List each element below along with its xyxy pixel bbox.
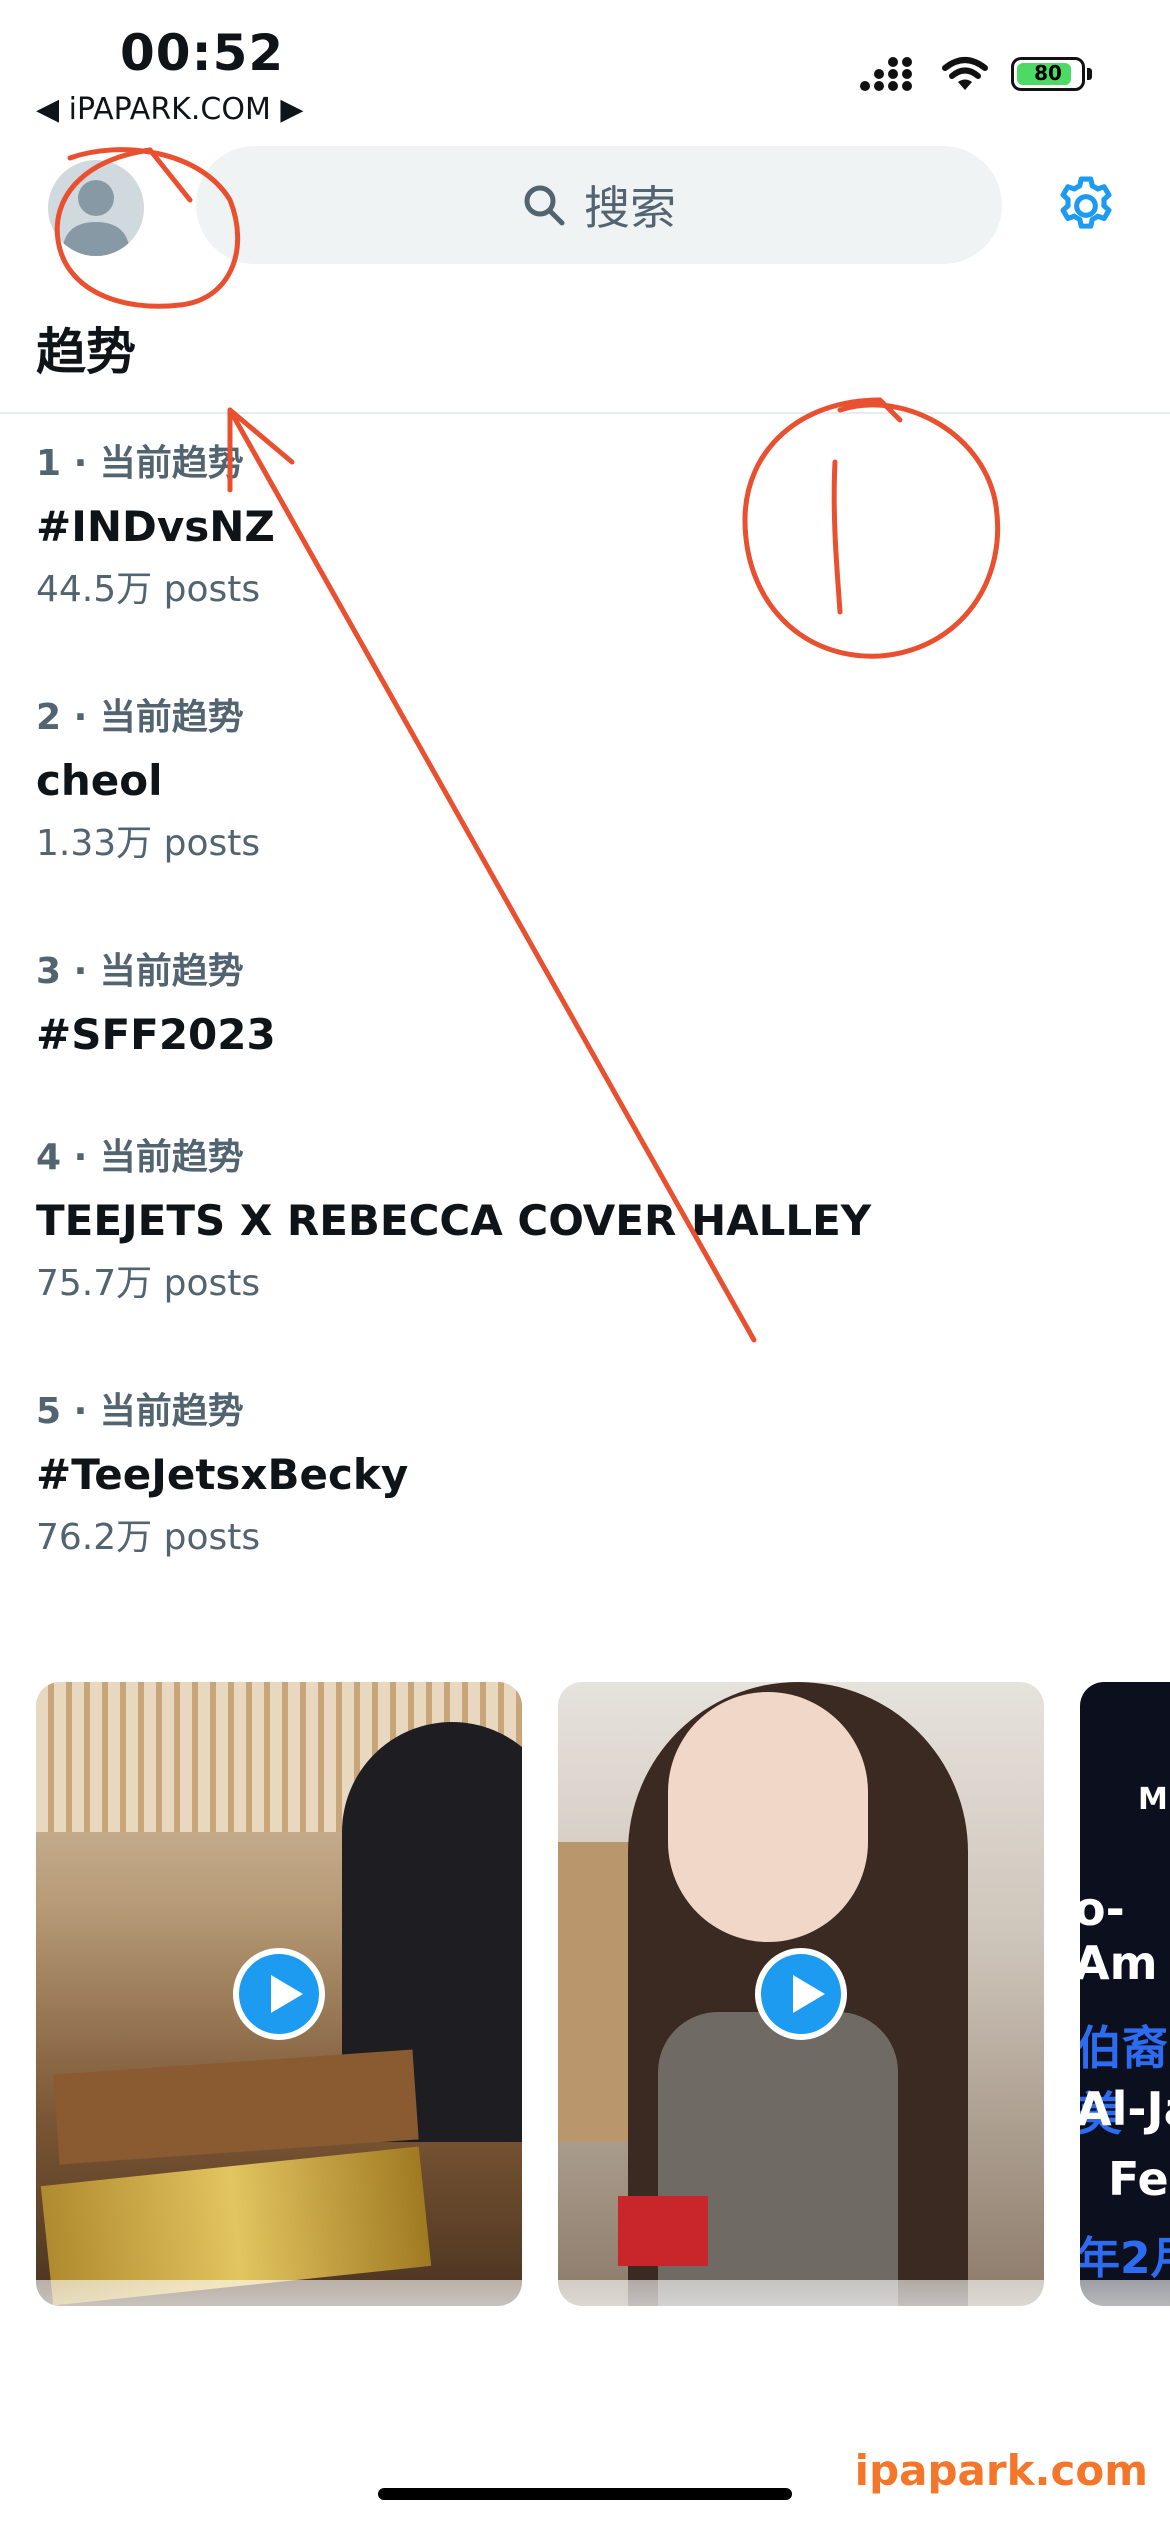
annotation-circle-number — [742, 397, 1001, 659]
home-indicator[interactable] — [378, 2488, 792, 2500]
annotation-circle-avatar — [54, 147, 241, 309]
annotation-arrow-line — [227, 407, 757, 1343]
annotation-number-one-stroke — [831, 459, 843, 615]
annotation-overlay — [54, 147, 1001, 1343]
watermark-logo: ipapark.com — [854, 2446, 1148, 2495]
